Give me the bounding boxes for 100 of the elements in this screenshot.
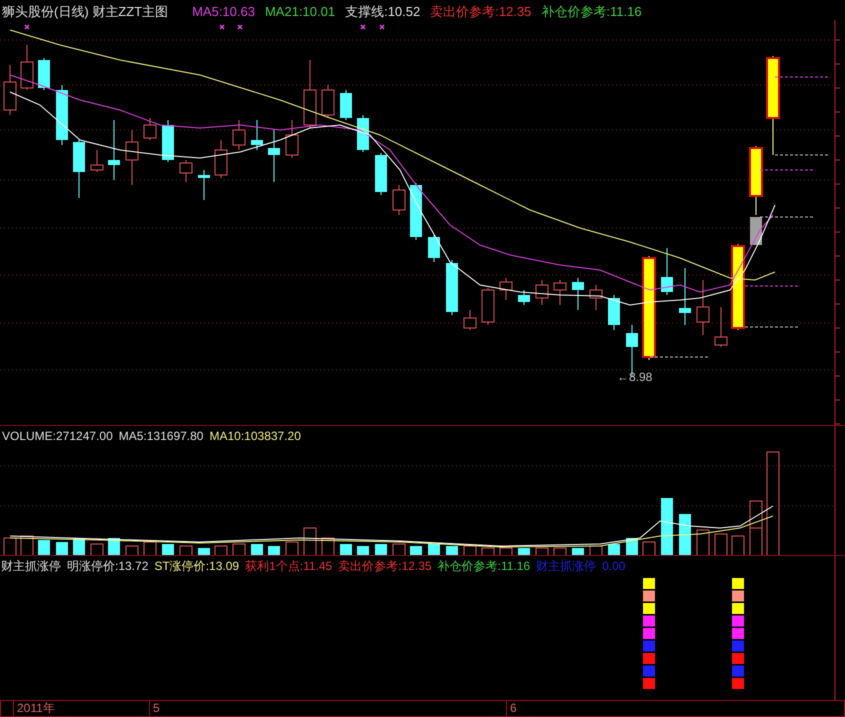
candlestick [90,150,104,172]
volume-bar [56,542,68,556]
candlestick [357,114,369,152]
cross-mark-icon [24,24,30,30]
low-price-label: ←8.98 [617,370,652,384]
reference-line [744,326,800,328]
candlestick [500,278,512,300]
volume-bar [90,544,104,556]
candlestick [232,120,246,150]
reference-line [760,216,816,218]
legend-value: 补仓价参考:11.16 [541,4,642,20]
candlestick [108,120,120,180]
candlestick [20,44,34,90]
candlestick [73,140,85,198]
candlestick [696,280,710,336]
volume-bar [162,544,174,556]
legend-value: MA5:10.63 [192,4,255,20]
candlestick [180,160,192,182]
volume-bar [180,546,192,556]
reference-line [650,356,710,358]
volume-bar [251,544,263,556]
volume-bar [304,528,316,556]
candlestick [518,290,530,306]
reference-line [774,76,830,78]
volume-bar [268,546,280,556]
volume-bar [126,546,138,556]
cross-mark-icon [219,24,225,30]
candlestick [661,248,673,296]
candlestick [304,60,316,128]
legend-value: 卖出价参考:12.35 [430,4,532,20]
legend-value: ST涨停价:13.09 [154,559,240,573]
candlestick [322,84,334,118]
volume-bar [679,514,691,556]
volume-bar [696,530,710,556]
candlestick [410,182,422,240]
candlestick [144,118,156,140]
candlestick [446,260,458,316]
volume-bar [20,536,34,556]
volume-bar [482,548,494,556]
legend-value: 支撑线:10.52 [345,4,420,20]
candlestick [428,234,440,262]
volume-bar [375,544,387,556]
candlestick [375,152,387,196]
volume-bar [322,538,334,556]
legend-value: 获利1个点:11.45 [245,559,332,573]
legend-value: 补仓价参考:11.16 [438,559,530,573]
volume-bar [410,546,422,556]
candlestick [4,64,16,116]
legend-value: 卖出价参考:12.35 [338,559,432,573]
candlestick [38,58,50,90]
volume-bar [590,546,602,556]
legend-value: MA5:131697.80 [118,429,204,443]
candlestick [286,120,298,158]
candlestick [714,306,728,348]
candlestick [214,140,228,178]
volume-bar [286,542,298,556]
volume-bar [214,546,228,556]
cross-mark-icon [360,24,366,30]
candlestick [392,184,406,216]
volume-bar [500,548,512,556]
volume-bar [714,534,728,556]
candlestick [268,130,280,182]
volume-bar [446,546,458,556]
volume-bar [357,546,369,556]
candlestick [464,310,476,330]
candlestick [56,84,68,146]
candlestick [251,120,263,150]
reference-line [774,154,830,156]
volume-bar [4,538,16,556]
volume-bar [392,544,406,556]
volume-bar [554,548,566,556]
volume-bar [340,544,352,556]
candlestick [126,130,138,186]
candlestick [198,170,210,200]
volume-bar [232,544,246,556]
candlestick [554,280,566,306]
volume-bar [732,536,744,556]
date-label: 2011年 [13,701,55,716]
legend-value: 财主抓涨停 [1,559,61,573]
candlestick [162,120,174,162]
chart-title: 狮头股份(日线) 财主ZZT主图 [2,4,168,20]
legend-value: 明涨停价:13.72 [67,559,148,573]
volume-bar [144,542,156,556]
volume-bar [464,546,476,556]
date-label: 6 [506,701,517,716]
candlestick [679,268,691,326]
candlestick [482,288,494,326]
volume-bar [642,542,656,556]
legend-value: MA10:103837.20 [209,429,301,443]
volume-bar [38,540,50,556]
legend-value: 财主抓涨停 [536,559,596,573]
volume-bar [661,498,673,556]
candlestick [340,90,352,120]
cross-mark-icon [237,24,243,30]
candlestick [608,294,620,330]
cross-mark-icon [379,24,385,30]
candlestick [536,280,548,306]
legend-value: VOLUME:271247.00 [2,429,113,443]
candlestick [590,284,602,310]
candlestick [572,278,584,310]
